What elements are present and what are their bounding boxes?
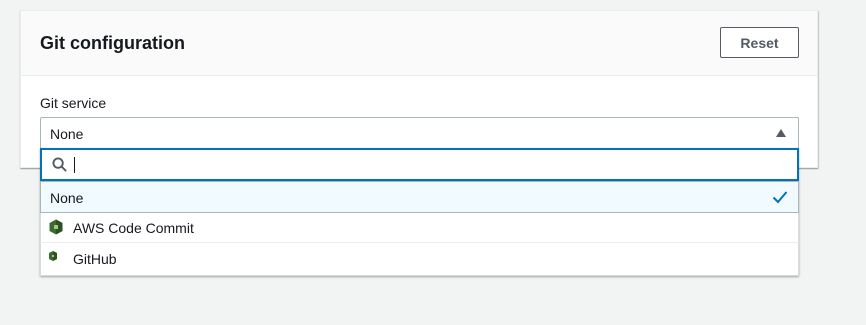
text-cursor	[74, 157, 75, 173]
caret-up-icon	[776, 129, 786, 137]
option-aws-code-commit[interactable]: AWS Code Commit	[40, 212, 799, 243]
search-icon	[52, 157, 67, 172]
option-label: AWS Code Commit	[73, 220, 194, 236]
option-github[interactable]: GitHub	[40, 243, 799, 274]
option-label: None	[50, 190, 84, 206]
codecommit-icon	[49, 219, 63, 235]
git-service-dropdown: None AWS Code Commit GitHub	[40, 148, 799, 276]
panel-header: Git configuration Reset	[21, 11, 817, 76]
option-none[interactable]: None	[40, 181, 799, 213]
github-icon	[49, 251, 57, 261]
check-icon	[772, 191, 788, 204]
git-service-select[interactable]: None	[40, 117, 799, 149]
panel-title: Git configuration	[40, 33, 185, 53]
option-label: GitHub	[73, 251, 117, 267]
select-value: None	[50, 126, 84, 142]
git-service-label: Git service	[40, 95, 107, 111]
reset-button[interactable]: Reset	[720, 27, 799, 58]
search-input[interactable]	[40, 148, 799, 181]
